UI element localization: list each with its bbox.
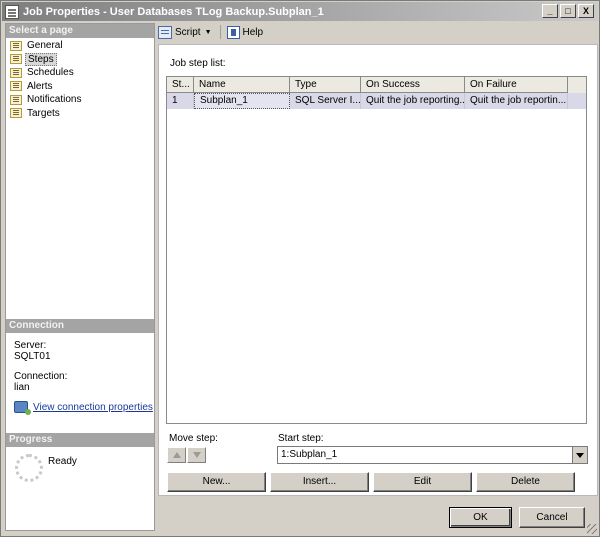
new-step-button[interactable]: New... — [167, 472, 266, 492]
column-header-on-failure[interactable]: On Failure — [465, 77, 568, 93]
view-connection-properties-link[interactable]: View connection properties — [14, 401, 153, 415]
script-icon — [158, 25, 172, 39]
help-label: Help — [242, 26, 264, 38]
minimize-button[interactable]: _ — [542, 4, 558, 18]
script-button[interactable]: Script ▼ — [158, 25, 212, 39]
move-step-label: Move step: — [169, 433, 218, 444]
view-connection-properties-label: View connection properties — [33, 401, 153, 413]
maximize-button[interactable]: □ — [560, 4, 576, 18]
page-list: General Steps Schedules Alerts Notificat… — [10, 39, 83, 120]
page-label: General — [27, 40, 63, 52]
toolbar-separator — [219, 25, 221, 39]
job-step-list-label: Job step list: — [170, 58, 226, 69]
table-row[interactable]: 1 Subplan_1 SQL Server I... Quit the job… — [167, 93, 586, 109]
job-step-grid[interactable]: St... Name Type On Success On Failure 1 … — [166, 76, 587, 424]
ok-button[interactable]: OK — [449, 507, 512, 528]
help-icon — [226, 25, 240, 39]
close-button[interactable]: X — [578, 4, 594, 18]
page-label: Notifications — [27, 94, 82, 106]
cancel-button[interactable]: Cancel — [519, 507, 585, 528]
start-step-label: Start step: — [278, 433, 324, 444]
grid-header: St... Name Type On Success On Failure — [167, 77, 586, 93]
start-step-value: 1:Subplan_1 — [281, 449, 338, 460]
toolbar: Script ▼ Help — [158, 23, 596, 41]
script-label: Script — [175, 26, 201, 38]
connection-value: lian — [14, 382, 30, 393]
page-item-notifications[interactable]: Notifications — [10, 93, 83, 107]
server-label: Server: — [14, 340, 47, 351]
arrow-down-icon — [192, 452, 201, 458]
connection-properties-icon — [14, 401, 31, 415]
column-header-on-success[interactable]: On Success — [361, 77, 465, 93]
page-icon — [10, 54, 22, 65]
page-item-targets[interactable]: Targets — [10, 107, 83, 121]
job-properties-window: Job Properties - User Databases TLog Bac… — [0, 0, 600, 537]
column-header-type[interactable]: Type — [290, 77, 361, 93]
start-step-select[interactable]: 1:Subplan_1 — [277, 446, 588, 464]
arrow-up-icon — [172, 452, 181, 458]
page-icon — [10, 81, 22, 92]
delete-step-button[interactable]: Delete — [476, 472, 575, 492]
page-label: Alerts — [27, 80, 53, 92]
insert-step-button[interactable]: Insert... — [270, 472, 369, 492]
page-item-general[interactable]: General — [10, 39, 83, 53]
column-header-step[interactable]: St... — [167, 77, 194, 93]
left-pane: Select a page General Steps Schedules Al… — [5, 23, 155, 531]
title-bar[interactable]: Job Properties - User Databases TLog Bac… — [2, 2, 598, 21]
page-icon — [10, 40, 22, 51]
cell-name: Subplan_1 — [194, 93, 290, 109]
help-button[interactable]: Help — [226, 25, 264, 39]
page-icon — [10, 94, 22, 105]
page-item-alerts[interactable]: Alerts — [10, 80, 83, 94]
window-controls: _ □ X — [542, 4, 594, 18]
cell-type: SQL Server I... — [290, 93, 361, 109]
page-label: Schedules — [27, 67, 74, 79]
page-icon — [10, 67, 22, 78]
select-page-header: Select a page — [6, 24, 154, 38]
edit-step-button[interactable]: Edit — [373, 472, 472, 492]
move-down-button[interactable] — [187, 447, 206, 463]
column-header-name[interactable]: Name — [194, 77, 290, 93]
cell-step: 1 — [167, 93, 194, 109]
cell-on-failure: Quit the job reportin... — [465, 93, 568, 109]
page-item-steps[interactable]: Steps — [10, 52, 83, 67]
chevron-down-icon[interactable]: ▼ — [205, 29, 212, 36]
chevron-down-icon[interactable] — [572, 447, 587, 463]
connection-header: Connection — [6, 319, 154, 333]
progress-header: Progress — [6, 433, 154, 447]
connection-label: Connection: — [14, 371, 68, 382]
progress-spinner-icon — [15, 454, 43, 482]
page-label: Targets — [27, 107, 60, 119]
steps-page: Job step list: St... Name Type On Succes… — [158, 44, 598, 496]
page-icon — [10, 108, 22, 119]
resize-grip-icon[interactable] — [587, 524, 597, 534]
window-icon — [5, 4, 19, 19]
page-item-schedules[interactable]: Schedules — [10, 66, 83, 80]
cell-on-success: Quit the job reporting... — [361, 93, 465, 109]
move-step-buttons — [167, 447, 206, 463]
move-up-button[interactable] — [167, 447, 186, 463]
page-label: Steps — [25, 52, 57, 66]
server-value: SQLT01 — [14, 351, 51, 362]
progress-status: Ready — [48, 456, 77, 467]
window-title: Job Properties - User Databases TLog Bac… — [23, 5, 324, 18]
